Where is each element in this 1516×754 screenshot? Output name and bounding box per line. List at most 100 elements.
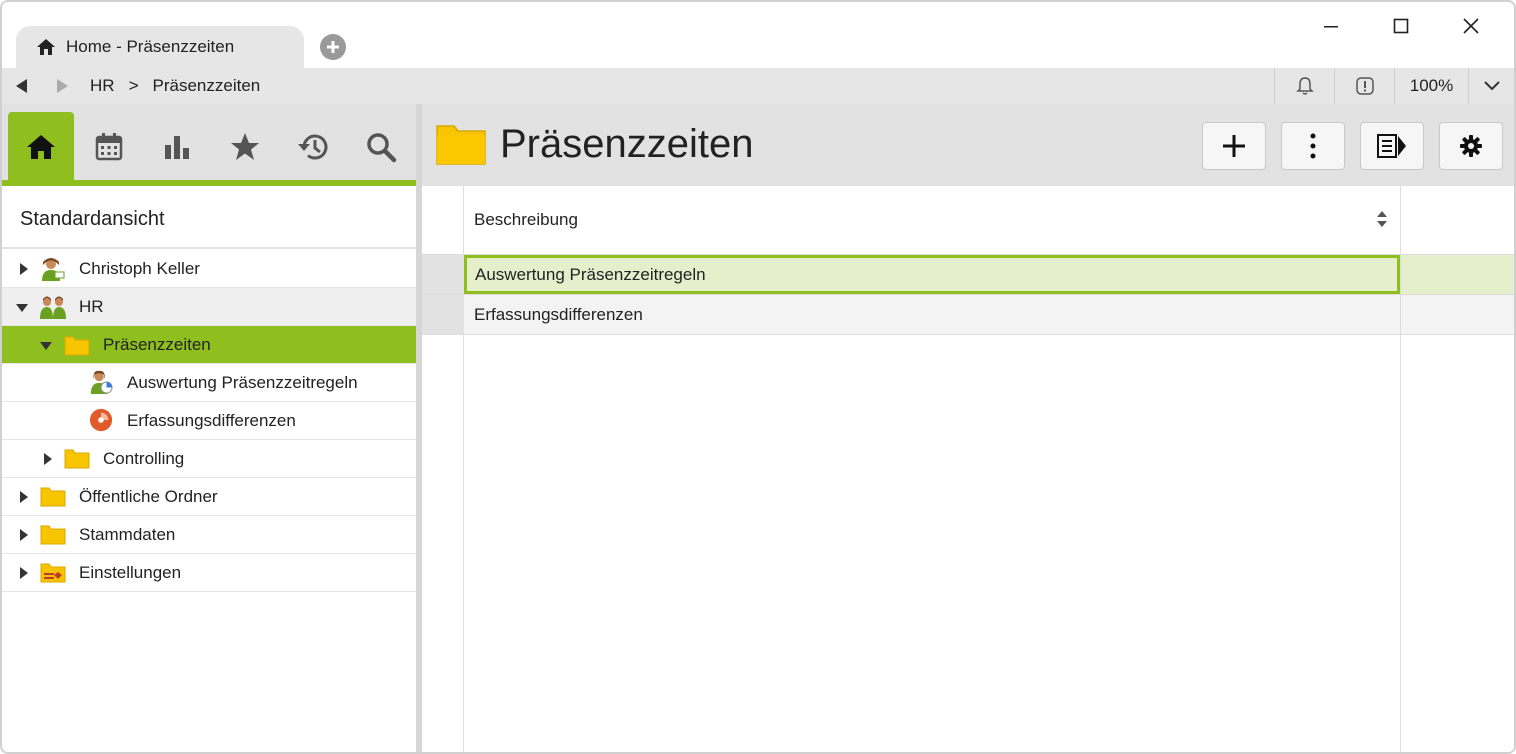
settings-folder-icon [40,563,66,583]
pie-chart-icon [89,408,113,432]
tree-item-label: Stammdaten [79,524,176,544]
divider [2,247,416,249]
home-icon [37,39,55,55]
tree-item-erfassungsdifferenzen[interactable]: Erfassungsdifferenzen [2,402,416,440]
table-cell-empty [1401,255,1514,294]
tree-item-label: HR [79,296,104,316]
star-icon [231,133,259,160]
zoom-level[interactable]: 100% [1394,68,1468,104]
panel-toggle-icon [1377,134,1406,158]
caret-right-icon[interactable] [18,529,30,541]
tab-label: Home - Präsenzzeiten [66,37,235,56]
more-vertical-icon [1310,133,1316,159]
add-button[interactable] [1202,122,1266,170]
calendar-icon [95,133,123,161]
back-arrow-icon [16,79,27,93]
folder-icon [64,336,90,356]
bell-icon [1295,77,1314,95]
navigation-tree: Christoph Keller HR Präsenzzeiten Auswer… [2,250,416,592]
maximize-icon [1393,18,1409,34]
app-window: Home - Präsenzzeiten HR > Präsenzzeiten [0,0,1516,754]
page-title: Präsenzzeiten [500,122,754,166]
maximize-button[interactable] [1378,10,1424,42]
tree-item-oeffentliche-ordner[interactable]: Öffentliche Ordner [2,478,416,516]
group-icon [40,296,66,319]
table-row[interactable]: Auswertung Präsenzzeitregeln [422,255,1514,295]
tree-item-label: Auswertung Präsenzzeitregeln [127,372,358,392]
tree-item-label: Öffentliche Ordner [79,486,218,506]
row-handle[interactable] [422,295,464,334]
sidebar: Standardansicht Christoph Keller HR Präs… [2,104,416,752]
breadcrumb-item-hr[interactable]: HR [90,76,115,96]
tree-item-label: Controlling [103,448,185,468]
column-header-label: Beschreibung [474,210,578,229]
data-grid: Beschreibung Auswertung Präsenzzeitregel… [422,186,1514,752]
sidebar-tab-history[interactable] [280,112,346,182]
tree-item-praesenzzeiten[interactable]: Präsenzzeiten [2,326,416,364]
minimize-button[interactable] [1308,10,1354,42]
tree-item-label: Christoph Keller [79,258,200,278]
table-cell[interactable]: Auswertung Präsenzzeitregeln [464,255,1400,294]
column-header-beschreibung[interactable]: Beschreibung [464,186,1400,254]
zoom-label: 100% [1409,76,1454,95]
view-title: Standardansicht [20,208,165,230]
caret-down-icon[interactable] [40,340,52,352]
more-menu-button[interactable] [1468,68,1514,104]
tab-home[interactable]: Home - Präsenzzeiten [16,26,304,68]
person-report-icon [90,370,113,394]
table-row[interactable]: Erfassungsdifferenzen [422,295,1514,335]
alert-button[interactable] [1334,68,1394,104]
breadcrumb: HR > Präsenzzeiten [90,76,260,96]
user-icon [42,258,65,281]
sidebar-tab-chart[interactable] [144,112,210,182]
title-bar: Home - Präsenzzeiten [2,2,1514,68]
alert-icon [1355,77,1374,95]
sidebar-tab-home[interactable] [8,112,74,182]
home-icon [27,135,55,159]
new-tab-button[interactable] [320,34,346,60]
tree-item-stammdaten[interactable]: Stammdaten [2,516,416,554]
caret-right-icon[interactable] [42,453,54,465]
caret-right-icon[interactable] [18,491,30,503]
sort-icon[interactable] [1376,210,1388,228]
address-bar-actions: 100% [1274,68,1514,104]
caret-right-icon[interactable] [18,263,30,275]
breadcrumb-separator: > [128,76,139,95]
gear-icon [1460,135,1482,157]
close-button[interactable] [1448,10,1494,42]
row-handle[interactable] [422,255,464,294]
forward-button[interactable] [42,68,82,104]
tree-item-einstellungen[interactable]: Einstellungen [2,554,416,592]
main-panel: Präsenzzeiten Beschreibung Auswertung Pr… [422,104,1514,752]
address-bar: HR > Präsenzzeiten 100% [2,68,1514,104]
table-cell[interactable]: Erfassungsdifferenzen [464,295,1400,334]
plus-icon [1223,135,1245,157]
search-icon [367,133,397,163]
caret-right-icon[interactable] [18,567,30,579]
sidebar-tab-favorites[interactable] [212,112,278,182]
tree-item-controlling[interactable]: Controlling [2,440,416,478]
forward-arrow-icon [57,79,68,93]
notifications-button[interactable] [1274,68,1334,104]
folder-icon [436,125,486,165]
more-options-button[interactable] [1281,122,1345,170]
table-cell-empty [1401,295,1514,334]
caret-down-icon[interactable] [16,302,28,314]
tree-item-label: Präsenzzeiten [103,334,211,354]
tree-item-christoph-keller[interactable]: Christoph Keller [2,250,416,288]
plus-icon [327,41,339,53]
folder-icon [40,487,66,507]
tree-item-auswertung-praesenzzeitregeln[interactable]: Auswertung Präsenzzeitregeln [2,364,416,402]
details-panel-button[interactable] [1360,122,1424,170]
sidebar-tab-search[interactable] [348,112,414,182]
folder-icon [64,449,90,469]
sidebar-tab-calendar[interactable] [76,112,142,182]
tree-item-hr[interactable]: HR [2,288,416,326]
sidebar-tabs-underline [2,180,416,186]
sidebar-tabs [2,104,416,186]
settings-button[interactable] [1439,122,1503,170]
folder-icon [40,525,66,545]
back-button[interactable] [2,68,42,104]
history-icon [298,134,328,160]
breadcrumb-item-praesenzzeiten[interactable]: Präsenzzeiten [153,76,261,96]
